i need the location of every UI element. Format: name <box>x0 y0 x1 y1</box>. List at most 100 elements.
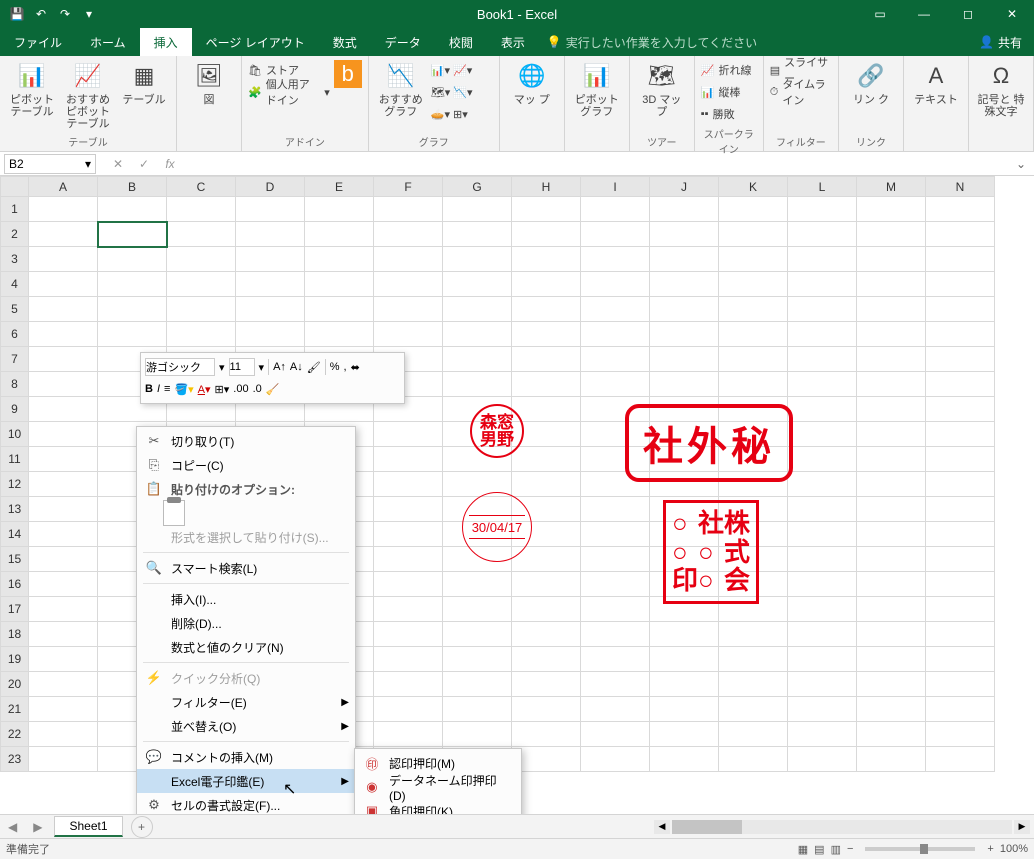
ctx-excel-einkan[interactable]: Excel電子印鑑(E)▶ <box>137 769 355 793</box>
cell-A5[interactable] <box>29 297 98 322</box>
cell-G17[interactable] <box>443 597 512 622</box>
cell-N20[interactable] <box>926 672 995 697</box>
cell-N15[interactable] <box>926 547 995 572</box>
cell-J4[interactable] <box>650 272 719 297</box>
ctx-filter[interactable]: フィルター(E)▶ <box>137 690 355 714</box>
ctx-clear[interactable]: 数式と値のクリア(N) <box>137 635 355 659</box>
fill-color-icon[interactable]: 🪣▾ <box>174 383 193 396</box>
cell-M17[interactable] <box>857 597 926 622</box>
row-header-21[interactable]: 21 <box>1 697 29 722</box>
cell-H7[interactable] <box>512 347 581 372</box>
ctx-delete[interactable]: 削除(D)... <box>137 611 355 635</box>
cell-N22[interactable] <box>926 722 995 747</box>
cell-F12[interactable] <box>374 472 443 497</box>
ribbon-tab-校閲[interactable]: 校閲 <box>435 28 487 56</box>
cell-K3[interactable] <box>719 247 788 272</box>
cell-K4[interactable] <box>719 272 788 297</box>
cell-N4[interactable] <box>926 272 995 297</box>
col-header-M[interactable]: M <box>857 177 926 197</box>
text-button[interactable]: Aテキスト <box>910 60 962 106</box>
name-box[interactable]: B2▾ <box>4 154 96 174</box>
cell-F4[interactable] <box>374 272 443 297</box>
cell-M2[interactable] <box>857 222 926 247</box>
cell-I16[interactable] <box>581 572 650 597</box>
cell-I4[interactable] <box>581 272 650 297</box>
stamp-company-seal[interactable]: ○社株○○式印○会 <box>663 500 759 604</box>
stamp-name-seal[interactable]: 森窓 男野 <box>470 404 524 458</box>
cell-D1[interactable] <box>236 197 305 222</box>
cell-F11[interactable] <box>374 447 443 472</box>
border-icon[interactable]: ⊞▾ <box>215 383 230 396</box>
cell-F1[interactable] <box>374 197 443 222</box>
cell-H18[interactable] <box>512 622 581 647</box>
ribbon-tab-ホーム[interactable]: ホーム <box>76 28 140 56</box>
col-header-K[interactable]: K <box>719 177 788 197</box>
cell-A15[interactable] <box>29 547 98 572</box>
cell-F10[interactable] <box>374 422 443 447</box>
bold-icon[interactable]: B <box>145 383 153 395</box>
cell-L22[interactable] <box>788 722 857 747</box>
cell-H2[interactable] <box>512 222 581 247</box>
col-header-G[interactable]: G <box>443 177 512 197</box>
cell-H12[interactable] <box>512 472 581 497</box>
cell-A8[interactable] <box>29 372 98 397</box>
cell-A11[interactable] <box>29 447 98 472</box>
sub-kakuin[interactable]: ▣角印押印(K) <box>355 799 521 814</box>
cell-N17[interactable] <box>926 597 995 622</box>
new-sheet-button[interactable]: + <box>131 816 153 838</box>
cell-G4[interactable] <box>443 272 512 297</box>
cell-N23[interactable] <box>926 747 995 772</box>
cell-B6[interactable] <box>98 322 167 347</box>
fx-icon[interactable]: fx <box>162 157 178 171</box>
cell-G2[interactable] <box>443 222 512 247</box>
cell-C3[interactable] <box>167 247 236 272</box>
cell-M16[interactable] <box>857 572 926 597</box>
cell-A2[interactable] <box>29 222 98 247</box>
cell-K6[interactable] <box>719 322 788 347</box>
cell-N7[interactable] <box>926 347 995 372</box>
cell-B5[interactable] <box>98 297 167 322</box>
sparkline-winloss-button[interactable]: ▪▪勝敗 <box>701 104 752 124</box>
cell-N10[interactable] <box>926 422 995 447</box>
cell-F13[interactable] <box>374 497 443 522</box>
link-button[interactable]: 🔗リン ク <box>845 60 897 106</box>
cell-B2[interactable] <box>98 222 167 247</box>
3d-map-button[interactable]: 🗺3D マッ プ <box>636 60 688 118</box>
cell-H1[interactable] <box>512 197 581 222</box>
cell-F21[interactable] <box>374 697 443 722</box>
cell-N6[interactable] <box>926 322 995 347</box>
cell-D3[interactable] <box>236 247 305 272</box>
cell-F22[interactable] <box>374 722 443 747</box>
cell-M20[interactable] <box>857 672 926 697</box>
cell-F5[interactable] <box>374 297 443 322</box>
cell-A1[interactable] <box>29 197 98 222</box>
font-family-input[interactable] <box>145 358 215 376</box>
row-header-18[interactable]: 18 <box>1 622 29 647</box>
cell-N12[interactable] <box>926 472 995 497</box>
bing-maps-button[interactable]: b <box>334 60 362 88</box>
cell-L9[interactable] <box>788 397 857 422</box>
cell-M13[interactable] <box>857 497 926 522</box>
cell-G18[interactable] <box>443 622 512 647</box>
cell-M19[interactable] <box>857 647 926 672</box>
tell-me-search[interactable]: 💡 実行したい作業を入力してください <box>539 34 757 51</box>
cell-G1[interactable] <box>443 197 512 222</box>
horizontal-scrollbar[interactable]: ◀ ▶ <box>654 820 1034 834</box>
ctx-cut[interactable]: ✂切り取り(T) <box>137 429 355 453</box>
cell-I19[interactable] <box>581 647 650 672</box>
undo-icon[interactable]: ↶ <box>32 5 50 23</box>
row-header-2[interactable]: 2 <box>1 222 29 247</box>
cell-H6[interactable] <box>512 322 581 347</box>
recommended-charts-button[interactable]: 📉おすすめ グラフ <box>375 60 427 118</box>
cell-A14[interactable] <box>29 522 98 547</box>
cell-H16[interactable] <box>512 572 581 597</box>
cell-A6[interactable] <box>29 322 98 347</box>
cell-L4[interactable] <box>788 272 857 297</box>
col-header-I[interactable]: I <box>581 177 650 197</box>
cell-I18[interactable] <box>581 622 650 647</box>
cell-E3[interactable] <box>305 247 374 272</box>
chart-type-1[interactable]: 📊▾ 📈▾ <box>431 60 493 80</box>
cell-K19[interactable] <box>719 647 788 672</box>
cell-A3[interactable] <box>29 247 98 272</box>
row-header-15[interactable]: 15 <box>1 547 29 572</box>
